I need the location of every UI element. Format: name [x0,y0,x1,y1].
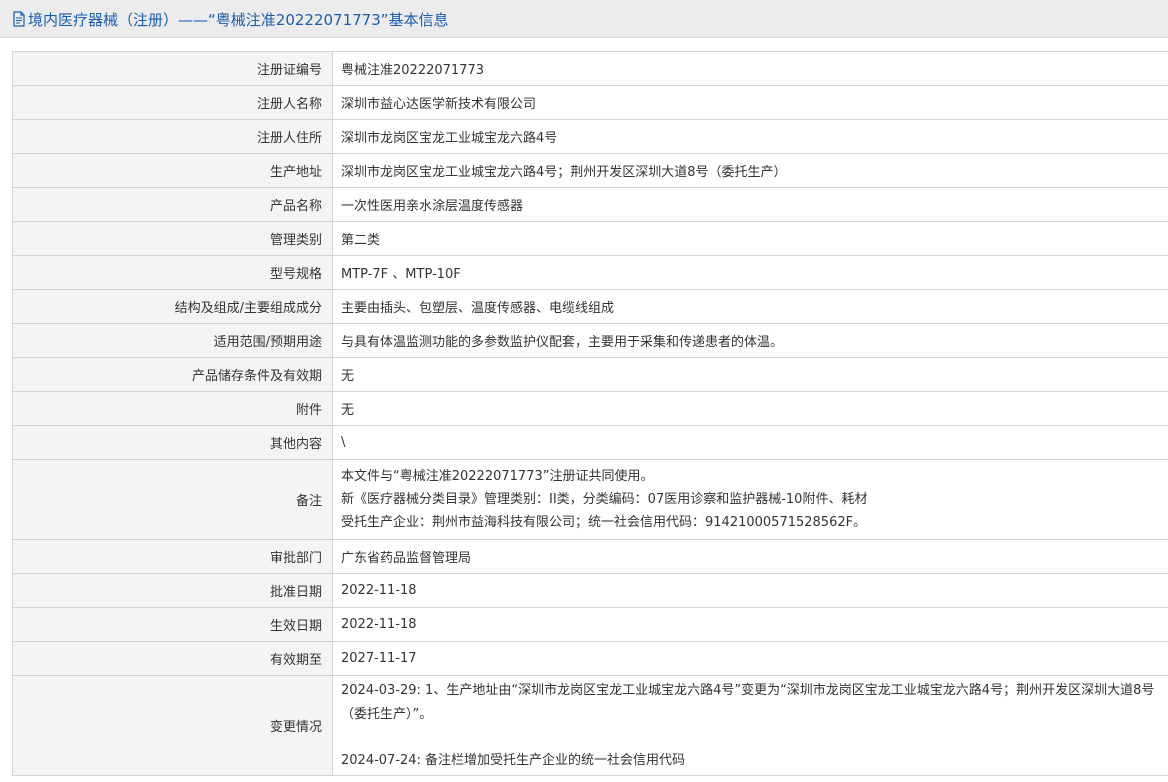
field-value: 无 [332,357,1168,392]
table-row: 审批部门 广东省药品监督管理局 [12,539,1168,574]
page-title: 境内医疗器械（注册）——“粤械注准20222071773”基本信息 [12,9,449,29]
field-value: MTP-7F 、MTP-10F [332,255,1168,290]
page-title-text: 境内医疗器械（注册）——“粤械注准20222071773”基本信息 [28,10,449,29]
field-label: 有效期至 [12,641,333,676]
page-header: 境内医疗器械（注册）——“粤械注准20222071773”基本信息 [0,0,1168,38]
field-value: 深圳市龙岗区宝龙工业城宝龙六路4号 [332,119,1168,154]
table-row: 结构及组成/主要组成成分 主要由插头、包塑层、温度传感器、电缆线组成 [12,289,1168,324]
field-value: 深圳市益心达医学新技术有限公司 [332,85,1168,120]
field-value: 2022-11-18 [332,573,1168,608]
table-row: 批准日期 2022-11-18 [12,573,1168,608]
field-label: 其他内容 [12,425,333,460]
table-row: 生产地址 深圳市龙岗区宝龙工业城宝龙六路4号；荆州开发区深圳大道8号（委托生产） [12,153,1168,188]
field-value: 主要由插头、包塑层、温度传感器、电缆线组成 [332,289,1168,324]
field-label: 注册人住所 [12,119,333,154]
field-label: 型号规格 [12,255,333,290]
field-label: 产品储存条件及有效期 [12,357,333,392]
field-label: 批准日期 [12,573,333,608]
table-row: 注册证编号 粤械注准20222071773 [12,51,1168,86]
field-label: 生产地址 [12,153,333,188]
table-row: 附件 无 [12,391,1168,426]
notes-line: 新《医疗器械分类目录》管理类别：II类，分类编码：07医用诊察和监护器械-10附… [341,492,868,507]
field-label: 适用范围/预期用途 [12,323,333,358]
field-value: \ [332,425,1168,460]
field-label: 附件 [12,391,333,426]
field-label: 注册证编号 [12,51,333,86]
table-row: 管理类别 第二类 [12,221,1168,256]
field-value: 广东省药品监督管理局 [332,539,1168,574]
field-label: 备注 [12,459,333,540]
table-row: 注册人住所 深圳市龙岗区宝龙工业城宝龙六路4号 [12,119,1168,154]
notes-line: 本文件与“粤械注准20222071773”注册证共同使用。 [341,469,654,484]
field-value: 与具有体温监测功能的多参数监护仪配套，主要用于采集和传递患者的体温。 [332,323,1168,358]
field-value: 2022-11-18 [332,607,1168,642]
change-entry: 2024-07-24: 备注栏增加受托生产企业的统一社会信用代码 [341,752,686,768]
table-row: 产品名称 一次性医用亲水涂层温度传感器 [12,187,1168,222]
notes-value: 本文件与“粤械注准20222071773”注册证共同使用。 新《医疗器械分类目录… [332,459,1168,540]
table-row: 生效日期 2022-11-18 [12,607,1168,642]
table-row-changes: 变更情况 2024-03-29: 1、生产地址由“深圳市龙岗区宝龙工业城宝龙六路… [12,675,1168,776]
field-value: 无 [332,391,1168,426]
registration-info-table: 注册证编号 粤械注准20222071773 注册人名称 深圳市益心达医学新技术有… [12,51,1168,776]
field-label: 产品名称 [12,187,333,222]
table-row: 注册人名称 深圳市益心达医学新技术有限公司 [12,85,1168,120]
table-row: 其他内容 \ [12,425,1168,460]
table-row: 产品储存条件及有效期 无 [12,357,1168,392]
field-value: 一次性医用亲水涂层温度传感器 [332,187,1168,222]
table-row-notes: 备注 本文件与“粤械注准20222071773”注册证共同使用。 新《医疗器械分… [12,459,1168,540]
field-value: 粤械注准20222071773 [332,51,1168,86]
change-entry: 2024-03-29: 1、生产地址由“深圳市龙岗区宝龙工业城宝龙六路4号”变更… [341,682,1155,722]
document-icon [13,11,25,27]
changes-value: 2024-03-29: 1、生产地址由“深圳市龙岗区宝龙工业城宝龙六路4号”变更… [332,675,1168,776]
table-row: 适用范围/预期用途 与具有体温监测功能的多参数监护仪配套，主要用于采集和传递患者… [12,323,1168,358]
field-label: 生效日期 [12,607,333,642]
table-row: 型号规格 MTP-7F 、MTP-10F [12,255,1168,290]
field-label: 管理类别 [12,221,333,256]
field-value: 第二类 [332,221,1168,256]
field-label: 审批部门 [12,539,333,574]
field-value: 深圳市龙岗区宝龙工业城宝龙六路4号；荆州开发区深圳大道8号（委托生产） [332,153,1168,188]
notes-line: 受托生产企业：荆州市益海科技有限公司；统一社会信用代码：914210005715… [341,515,867,530]
field-label: 变更情况 [12,675,333,776]
field-label: 注册人名称 [12,85,333,120]
table-row: 有效期至 2027-11-17 [12,641,1168,676]
field-label: 结构及组成/主要组成成分 [12,289,333,324]
field-value: 2027-11-17 [332,641,1168,676]
